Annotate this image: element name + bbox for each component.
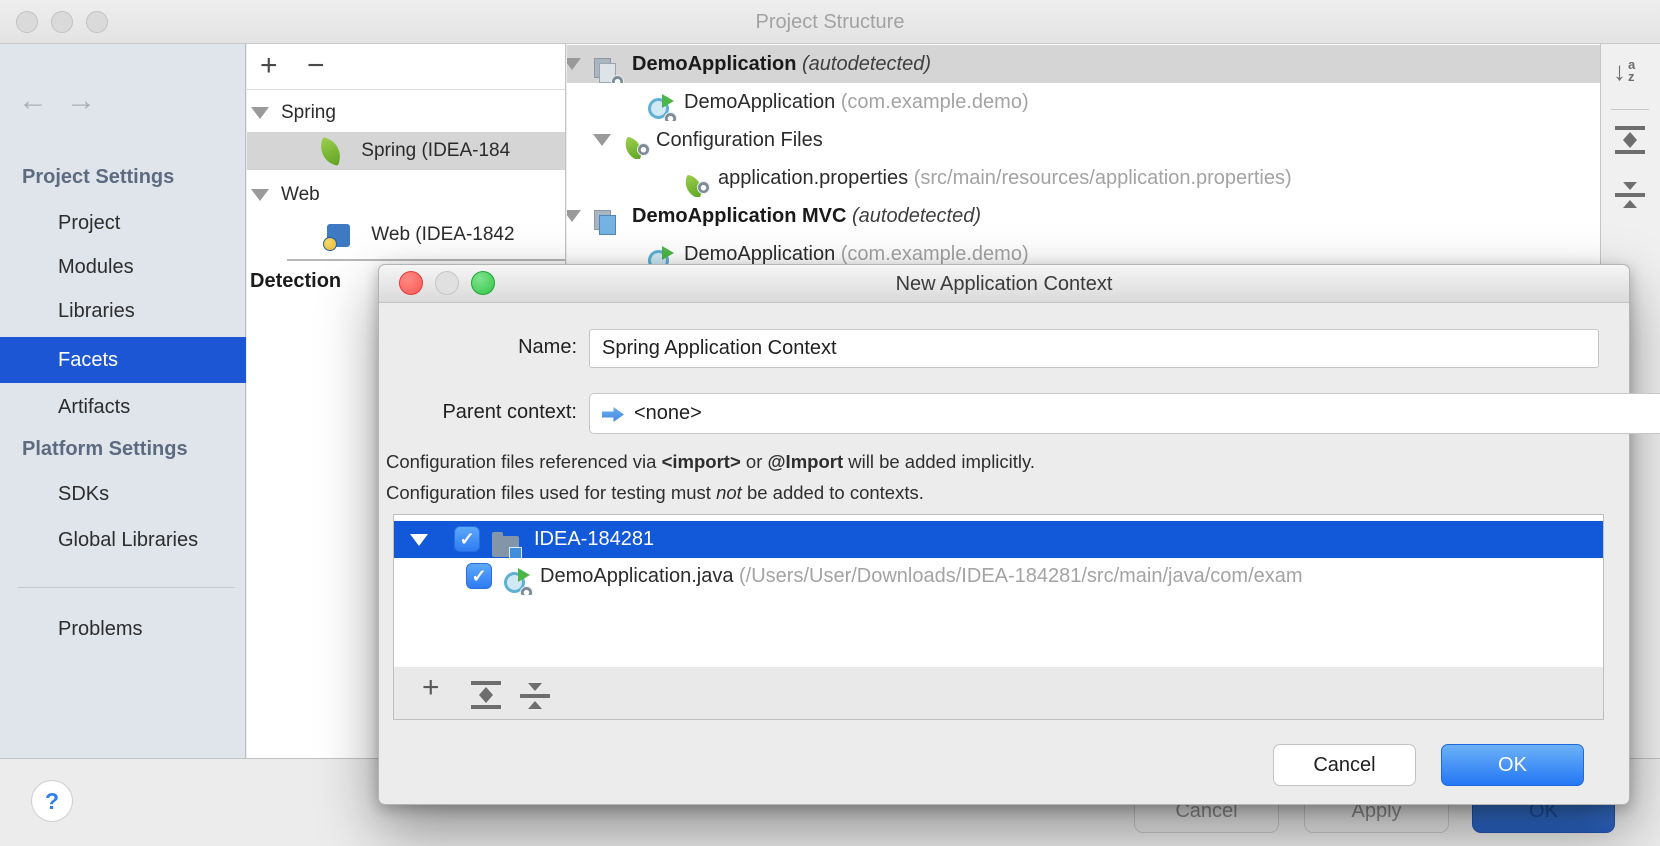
context-name: application.properties [718, 167, 908, 189]
parent-context-select[interactable]: <none> [589, 393, 1660, 434]
spring-class-icon [648, 96, 673, 121]
facet-group-web[interactable]: Web [247, 176, 566, 214]
chevron-down-icon[interactable] [251, 107, 269, 119]
module-folder-icon [492, 536, 519, 557]
context-arrow-icon [602, 406, 624, 423]
file-path: (/Users/User/Downloads/IDEA-184281/src/m… [739, 565, 1303, 587]
context-suffix: (src/main/resources/application.properti… [914, 167, 1292, 189]
info-line-1: Configuration files referenced via <impo… [386, 451, 1035, 473]
facet-group-label: Web [281, 184, 320, 205]
tree-row[interactable]: Configuration Files [567, 121, 1600, 159]
chevron-down-icon[interactable] [567, 210, 581, 222]
name-label: Name: [379, 336, 577, 359]
power-badge-icon [664, 112, 677, 121]
spring-leaf-icon [316, 137, 345, 166]
sidebar-item-problems[interactable]: Problems [0, 606, 246, 652]
chevron-down-icon[interactable] [567, 58, 581, 70]
tree-row[interactable]: DemoApplication (com.example.demo) [567, 83, 1600, 121]
forward-icon[interactable]: → [66, 84, 114, 117]
tree-row[interactable]: DemoApplication MVC (autodetected) [567, 197, 1600, 235]
tree-row[interactable]: application.properties (src/main/resourc… [567, 159, 1600, 197]
ok-button[interactable]: OK [1441, 744, 1584, 786]
globe-icon [323, 237, 337, 251]
add-facet-icon[interactable]: + [260, 44, 278, 90]
context-suffix: (autodetected) [802, 53, 931, 75]
facet-group-spring[interactable]: Spring [247, 94, 566, 132]
facet-web-label: Web (IDEA-1842 [371, 224, 514, 245]
add-file-icon[interactable]: + [422, 671, 440, 705]
window-title: Project Structure [0, 0, 1660, 44]
context-suffix: (com.example.demo) [841, 91, 1029, 113]
facet-spring-row[interactable]: Spring (IDEA-184 [247, 132, 566, 170]
context-suffix: (autodetected) [852, 205, 981, 227]
root-checkbox[interactable]: ✓ [454, 526, 480, 552]
spring-class-icon [504, 570, 529, 595]
cancel-button[interactable]: Cancel [1273, 744, 1416, 786]
project-structure-window: Project Structure ←→ Project Settings Pr… [0, 0, 1660, 846]
sidebar-item-sdks[interactable]: SDKs [0, 471, 246, 517]
context-suffix: (com.example.demo) [841, 243, 1029, 265]
collapse-all-icon[interactable] [520, 683, 550, 709]
sidebar-item-global-libraries[interactable]: Global Libraries [0, 517, 246, 563]
project-settings-header: Project Settings [22, 166, 174, 189]
down-arrow-icon: ↓ [1613, 58, 1626, 84]
collapse-all-icon[interactable] [1615, 182, 1645, 208]
back-icon[interactable]: ← [18, 84, 66, 117]
facet-spring-label: Spring (IDEA-184 [361, 140, 510, 161]
tree-row-file[interactable]: ✓ DemoApplication.java (/Users/User/Down… [394, 558, 1604, 595]
name-input[interactable]: Spring Application Context [589, 329, 1599, 368]
files-tree-toolbar: + [393, 667, 1604, 720]
parent-context-value: <none> [634, 394, 702, 433]
files-tree: ✓ IDEA-184281 ✓ DemoApplication.java (/U… [393, 514, 1604, 668]
facet-web-row[interactable]: Web (IDEA-1842 [247, 216, 566, 254]
root-label: IDEA-184281 [534, 521, 654, 558]
fileset-mvc-icon [594, 210, 620, 235]
expand-all-icon[interactable] [1615, 126, 1645, 154]
context-name: DemoApplication MVC [632, 205, 846, 227]
chevron-down-icon[interactable] [593, 134, 611, 146]
detection-divider [287, 259, 565, 261]
chevron-down-icon[interactable] [410, 534, 428, 546]
context-name: Configuration Files [656, 129, 823, 151]
dialog-title: New Application Context [379, 265, 1629, 303]
power-badge-icon [697, 181, 710, 194]
context-name: DemoApplication [684, 243, 835, 265]
window-titlebar: Project Structure [0, 0, 1660, 44]
sidebar-item-modules[interactable]: Modules [0, 244, 246, 290]
power-badge-icon [611, 75, 624, 83]
facet-group-label: Spring [281, 102, 336, 123]
facet-toolbar: + − [247, 44, 566, 90]
fileset-icon [594, 58, 620, 83]
platform-settings-header: Platform Settings [22, 438, 188, 461]
expand-all-icon[interactable] [471, 681, 501, 709]
chevron-down-icon[interactable] [251, 189, 269, 201]
sidebar-item-libraries[interactable]: Libraries [0, 288, 246, 334]
remove-facet-icon[interactable]: − [307, 44, 325, 90]
sort-alphabetically-icon[interactable]: ↓ az [1613, 58, 1635, 84]
context-name: DemoApplication [632, 53, 796, 75]
parent-context-label: Parent context: [379, 401, 577, 424]
power-badge-icon [637, 143, 650, 156]
sidebar-item-project[interactable]: Project [0, 200, 246, 246]
web-icon [327, 224, 350, 247]
settings-sidebar: ←→ Project Settings Project Modules Libr… [0, 44, 246, 758]
file-checkbox[interactable]: ✓ [466, 563, 492, 589]
help-button[interactable]: ? [31, 780, 73, 822]
sidebar-item-facets[interactable]: Facets [0, 337, 246, 383]
strip-divider [1611, 109, 1649, 110]
context-name: DemoApplication [684, 91, 835, 113]
tree-row-root[interactable]: ✓ IDEA-184281 [394, 521, 1604, 558]
info-line-2: Configuration files used for testing mus… [386, 482, 924, 504]
power-badge-icon [520, 586, 533, 595]
tree-row[interactable]: DemoApplication (autodetected) [567, 45, 1600, 83]
file-label: DemoApplication.java [540, 565, 733, 587]
dialog-titlebar: New Application Context [379, 265, 1629, 303]
sidebar-item-artifacts[interactable]: Artifacts [0, 384, 246, 430]
new-application-context-dialog: New Application Context Name: Spring App… [378, 264, 1630, 805]
sidebar-divider [18, 587, 235, 588]
